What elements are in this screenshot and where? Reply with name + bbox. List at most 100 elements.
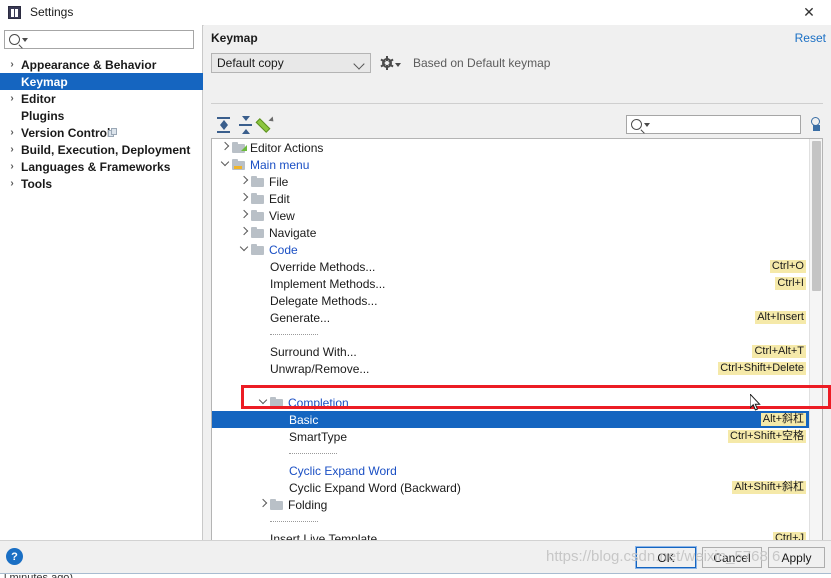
shortcut-badge: Ctrl+O — [769, 260, 806, 273]
tree-row[interactable]: Generate... Alt+Insert — [212, 309, 810, 326]
tree-row[interactable]: Basic Alt+斜杠 — [212, 411, 810, 428]
tree-toolbar — [213, 115, 277, 135]
separator-line — [289, 453, 337, 454]
sidebar-item-tools[interactable]: › Tools — [0, 175, 203, 192]
chevron-right-icon[interactable]: › — [6, 56, 18, 73]
search-input[interactable] — [31, 33, 181, 46]
chevron-down-icon[interactable] — [218, 156, 232, 173]
tree-row[interactable]: Folding — [212, 496, 810, 513]
folder-icon — [251, 227, 265, 238]
reset-link[interactable]: Reset — [795, 31, 826, 45]
tree-row-label: Completion — [288, 395, 349, 410]
chevron-right-icon[interactable]: › — [6, 141, 18, 158]
copy-settings-icon[interactable] — [108, 128, 117, 137]
tree-row[interactable]: Unwrap/Remove... Ctrl+Shift+Delete — [212, 360, 810, 377]
tree-row[interactable]: Code — [212, 241, 810, 258]
separator-line — [270, 521, 318, 522]
tree-row-label: Cyclic Expand Word — [289, 463, 397, 478]
sidebar-item-version-control[interactable]: › Version Control — [0, 124, 203, 141]
tree-row[interactable]: Cyclic Expand Word (Backward) Alt+Shift+斜… — [212, 479, 810, 496]
chevron-right-icon[interactable] — [237, 173, 251, 190]
keymap-select[interactable]: Default copy — [211, 53, 371, 73]
sidebar-search-box[interactable] — [4, 30, 194, 49]
sidebar-item-languages-frameworks[interactable]: › Languages & Frameworks — [0, 158, 203, 175]
keyboard-filter-icon[interactable] — [808, 115, 826, 134]
tree-separator — [212, 377, 810, 394]
tree-row[interactable]: Override Methods... Ctrl+O — [212, 258, 810, 275]
chevron-right-icon[interactable]: › — [6, 90, 18, 107]
collapse-all-icon[interactable] — [235, 115, 257, 135]
tree-row[interactable]: Navigate — [212, 224, 810, 241]
apply-button[interactable]: Apply — [768, 547, 825, 568]
help-button[interactable]: ? — [6, 548, 23, 565]
tree-row-label: Code — [269, 242, 298, 257]
tree-scrollbar-thumb[interactable] — [812, 141, 821, 291]
sidebar-item-appearance-behavior[interactable]: › Appearance & Behavior — [0, 56, 203, 73]
shortcut-badge: Alt+Shift+斜杠 — [732, 481, 806, 494]
close-icon[interactable]: ✕ — [787, 0, 831, 25]
tree-row-label: Unwrap/Remove... — [270, 361, 370, 376]
window-title: Settings — [30, 5, 74, 19]
tree-row[interactable]: SmartType Ctrl+Shift+空格 — [212, 428, 810, 445]
sidebar-item-keymap[interactable]: Keymap — [0, 73, 203, 90]
chevron-right-icon[interactable]: › — [6, 124, 18, 141]
chevron-down-icon[interactable] — [22, 37, 28, 42]
tree-row[interactable]: Edit — [212, 190, 810, 207]
cancel-button[interactable]: Cancel — [702, 547, 762, 568]
chevron-down-icon — [353, 58, 365, 70]
sidebar-item-label: Editor — [21, 91, 56, 106]
tree-scrollbar[interactable] — [809, 139, 822, 554]
folder-icon — [232, 142, 246, 153]
divider — [211, 103, 823, 104]
chevron-right-icon[interactable] — [218, 139, 232, 156]
chevron-right-icon[interactable]: › — [6, 175, 18, 192]
sidebar-item-plugins[interactable]: Plugins — [0, 107, 203, 124]
tree-row[interactable]: Surround With... Ctrl+Alt+T — [212, 343, 810, 360]
page-title: Keymap — [211, 31, 258, 45]
expand-all-icon[interactable] — [213, 115, 235, 135]
chevron-down-icon[interactable] — [237, 241, 251, 258]
keymap-filter-input[interactable] — [653, 118, 783, 131]
keymap-tree-body: Editor Actions Main menu File Edit View Navig… — [212, 139, 810, 547]
tree-separator — [212, 513, 810, 530]
chevron-right-icon[interactable]: › — [6, 158, 18, 175]
sidebar-item-label: Appearance & Behavior — [21, 57, 157, 72]
shortcut-badge: Ctrl+Shift+空格 — [728, 430, 806, 443]
keymap-panel: Keymap Reset Default copy Based on Defau… — [204, 25, 831, 555]
sidebar-item-label: Version Control — [21, 125, 111, 140]
folder-icon — [270, 397, 284, 408]
keymap-gear-button[interactable] — [380, 56, 401, 70]
folder-icon — [270, 499, 284, 510]
chevron-right-icon[interactable] — [237, 224, 251, 241]
tree-row[interactable]: Editor Actions — [212, 139, 810, 156]
chevron-right-icon[interactable] — [237, 207, 251, 224]
sidebar-item-build-execution-deployment[interactable]: › Build, Execution, Deployment — [0, 141, 203, 158]
sidebar-nav-list: › Appearance & Behavior Keymap › Editor Plugi… — [0, 56, 203, 192]
chevron-right-icon[interactable] — [256, 496, 270, 513]
tree-row[interactable]: Implement Methods... Ctrl+I — [212, 275, 810, 292]
chevron-down-icon — [395, 63, 401, 67]
tree-row-label: View — [269, 208, 295, 223]
tree-row[interactable]: File — [212, 173, 810, 190]
chevron-down-icon[interactable] — [644, 122, 650, 127]
tree-row[interactable]: Completion — [212, 394, 810, 411]
status-line: l minutes ago) — [0, 573, 831, 578]
folder-icon — [251, 210, 265, 221]
title-bar: Settings ✕ — [0, 0, 831, 26]
tree-row[interactable]: View — [212, 207, 810, 224]
settings-sidebar: › Appearance & Behavior Keymap › Editor Plugi… — [0, 25, 203, 540]
tree-row[interactable]: Main menu — [212, 156, 810, 173]
pencil-icon[interactable] — [255, 115, 277, 135]
chevron-right-icon[interactable] — [237, 190, 251, 207]
tree-row[interactable]: Delegate Methods... — [212, 292, 810, 309]
sidebar-item-editor[interactable]: › Editor — [0, 90, 203, 107]
tree-row[interactable]: Cyclic Expand Word — [212, 462, 810, 479]
keymap-filter-box[interactable] — [626, 115, 801, 134]
gear-icon — [380, 56, 394, 70]
tree-row-label: Generate... — [270, 310, 331, 325]
folder-icon — [232, 159, 246, 170]
intellij-icon — [7, 5, 23, 21]
chevron-down-icon[interactable] — [256, 394, 270, 411]
ok-button[interactable]: OK — [635, 546, 697, 569]
tree-row-label: Editor Actions — [250, 140, 324, 155]
